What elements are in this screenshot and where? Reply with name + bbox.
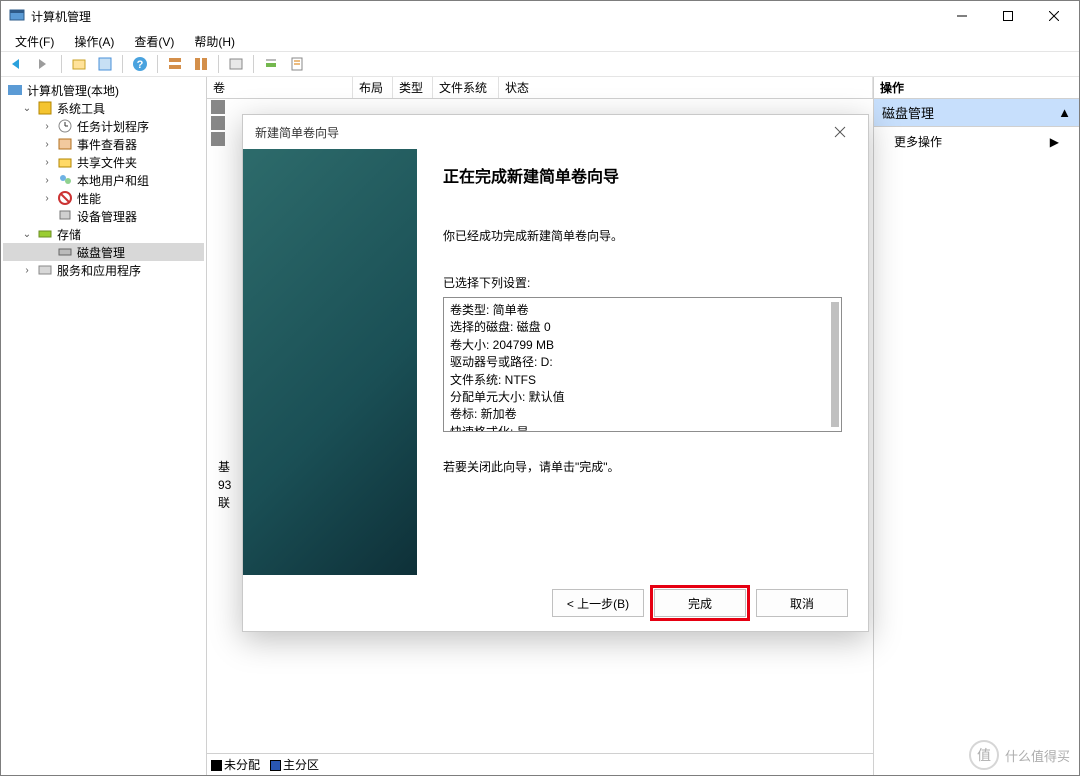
column-headers: 卷 布局 类型 文件系统 状态	[207, 77, 873, 99]
dialog-title: 新建简单卷向导	[255, 124, 339, 141]
actions-section[interactable]: 磁盘管理▲	[874, 99, 1079, 127]
view1-button[interactable]	[164, 53, 186, 75]
menu-file[interactable]: 文件(F)	[11, 31, 58, 52]
tree-root[interactable]: 计算机管理(本地)	[3, 81, 204, 99]
forward-button[interactable]	[33, 53, 55, 75]
close-hint: 若要关闭此向导，请单击"完成"。	[443, 458, 842, 475]
actions-panel: 操作 磁盘管理▲ 更多操作▶	[874, 77, 1079, 775]
tree-perf[interactable]: ›性能	[3, 189, 204, 207]
maximize-button[interactable]	[985, 1, 1031, 31]
chevron-right-icon: ▶	[1050, 135, 1059, 149]
tree-eventviewer[interactable]: ›事件查看器	[3, 135, 204, 153]
toolbar: ?	[1, 51, 1079, 77]
tree-systools[interactable]: ⌄系统工具	[3, 99, 204, 117]
close-button[interactable]	[1031, 1, 1077, 31]
menubar: 文件(F) 操作(A) 查看(V) 帮助(H)	[1, 31, 1079, 51]
settings-label: 已选择下列设置:	[443, 274, 842, 291]
menu-help[interactable]: 帮助(H)	[190, 31, 239, 52]
wizard-dialog: 新建简单卷向导 正在完成新建简单卷向导 你已经成功完成新建简单卷向导。 已选择下…	[242, 114, 869, 632]
col-status[interactable]: 状态	[499, 77, 873, 98]
collapse-icon: ▲	[1058, 105, 1071, 120]
svg-text:?: ?	[137, 59, 144, 71]
menu-action[interactable]: 操作(A)	[70, 31, 118, 52]
dialog-close-button[interactable]	[820, 117, 860, 147]
minimize-button[interactable]	[939, 1, 985, 31]
disk-row[interactable]	[211, 99, 873, 115]
tree-services[interactable]: ›服务和应用程序	[3, 261, 204, 279]
actions-header: 操作	[874, 77, 1079, 99]
window-title: 计算机管理	[31, 8, 939, 25]
col-type[interactable]: 类型	[393, 77, 433, 98]
tree-localusers[interactable]: ›本地用户和组	[3, 171, 204, 189]
finish-button[interactable]: 完成	[654, 589, 746, 617]
cancel-button[interactable]: 取消	[756, 589, 848, 617]
tree-diskmgmt[interactable]: 磁盘管理	[3, 243, 204, 261]
disk-info-stub: 基 93 联	[218, 458, 231, 512]
wizard-heading: 正在完成新建简单卷向导	[443, 163, 842, 187]
settings-button[interactable]	[286, 53, 308, 75]
col-layout[interactable]: 布局	[353, 77, 393, 98]
tree-devmgr[interactable]: 设备管理器	[3, 207, 204, 225]
back-button[interactable]: < 上一步(B)	[552, 589, 644, 617]
properties-button[interactable]	[94, 53, 116, 75]
back-button[interactable]	[7, 53, 29, 75]
legend-bar: 未分配 主分区	[207, 753, 873, 775]
watermark: 值 什么值得买	[969, 740, 1070, 770]
col-fs[interactable]: 文件系统	[433, 77, 499, 98]
app-icon	[9, 8, 25, 24]
wizard-banner	[243, 149, 417, 575]
list-button[interactable]	[260, 53, 282, 75]
col-volume[interactable]: 卷	[207, 77, 353, 98]
view2-button[interactable]	[190, 53, 212, 75]
tree-panel: 计算机管理(本地) ⌄系统工具 ›任务计划程序 ›事件查看器 ›共享文件夹 ›本…	[1, 77, 207, 775]
menu-view[interactable]: 查看(V)	[130, 31, 178, 52]
wizard-success-text: 你已经成功完成新建简单卷向导。	[443, 227, 842, 244]
up-button[interactable]	[68, 53, 90, 75]
settings-summary[interactable]: 卷类型: 简单卷 选择的磁盘: 磁盘 0 卷大小: 204799 MB 驱动器号…	[443, 297, 842, 432]
refresh-button[interactable]	[225, 53, 247, 75]
tree-tasksched[interactable]: ›任务计划程序	[3, 117, 204, 135]
tree-shared[interactable]: ›共享文件夹	[3, 153, 204, 171]
more-actions[interactable]: 更多操作▶	[874, 127, 1079, 156]
help-button[interactable]: ?	[129, 53, 151, 75]
tree-storage[interactable]: ⌄存储	[3, 225, 204, 243]
